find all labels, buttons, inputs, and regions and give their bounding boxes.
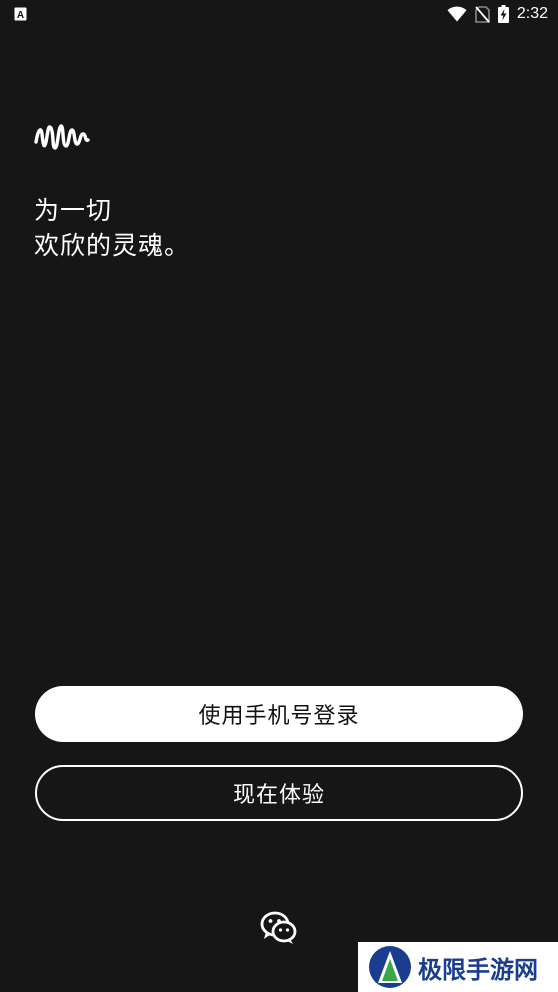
status-time: 2:32	[516, 5, 548, 22]
tagline: 为一切 欢欣的灵魂。	[34, 193, 190, 263]
watermark-text: 极限手游网	[418, 954, 538, 984]
watermark-logo-icon	[369, 946, 411, 988]
battery-charging-icon	[497, 5, 509, 23]
phone-login-button[interactable]: 使用手机号登录	[35, 686, 523, 742]
svg-text:A: A	[17, 10, 24, 21]
soundwave-logo-icon	[34, 124, 90, 150]
wechat-icon[interactable]	[260, 910, 298, 946]
tagline-line-2: 欢欣的灵魂。	[34, 231, 191, 260]
watermark: 极限手游网	[358, 942, 558, 992]
status-bar: A 2:32	[0, 0, 558, 28]
status-icons: 2:32	[447, 4, 548, 24]
keyboard-a-icon: A	[14, 7, 27, 21]
try-now-button[interactable]: 现在体验	[35, 765, 523, 821]
tagline-line-1: 为一切	[34, 196, 113, 225]
wifi-icon	[447, 6, 467, 22]
notification-area: A	[14, 7, 27, 21]
no-sim-icon	[475, 5, 490, 23]
